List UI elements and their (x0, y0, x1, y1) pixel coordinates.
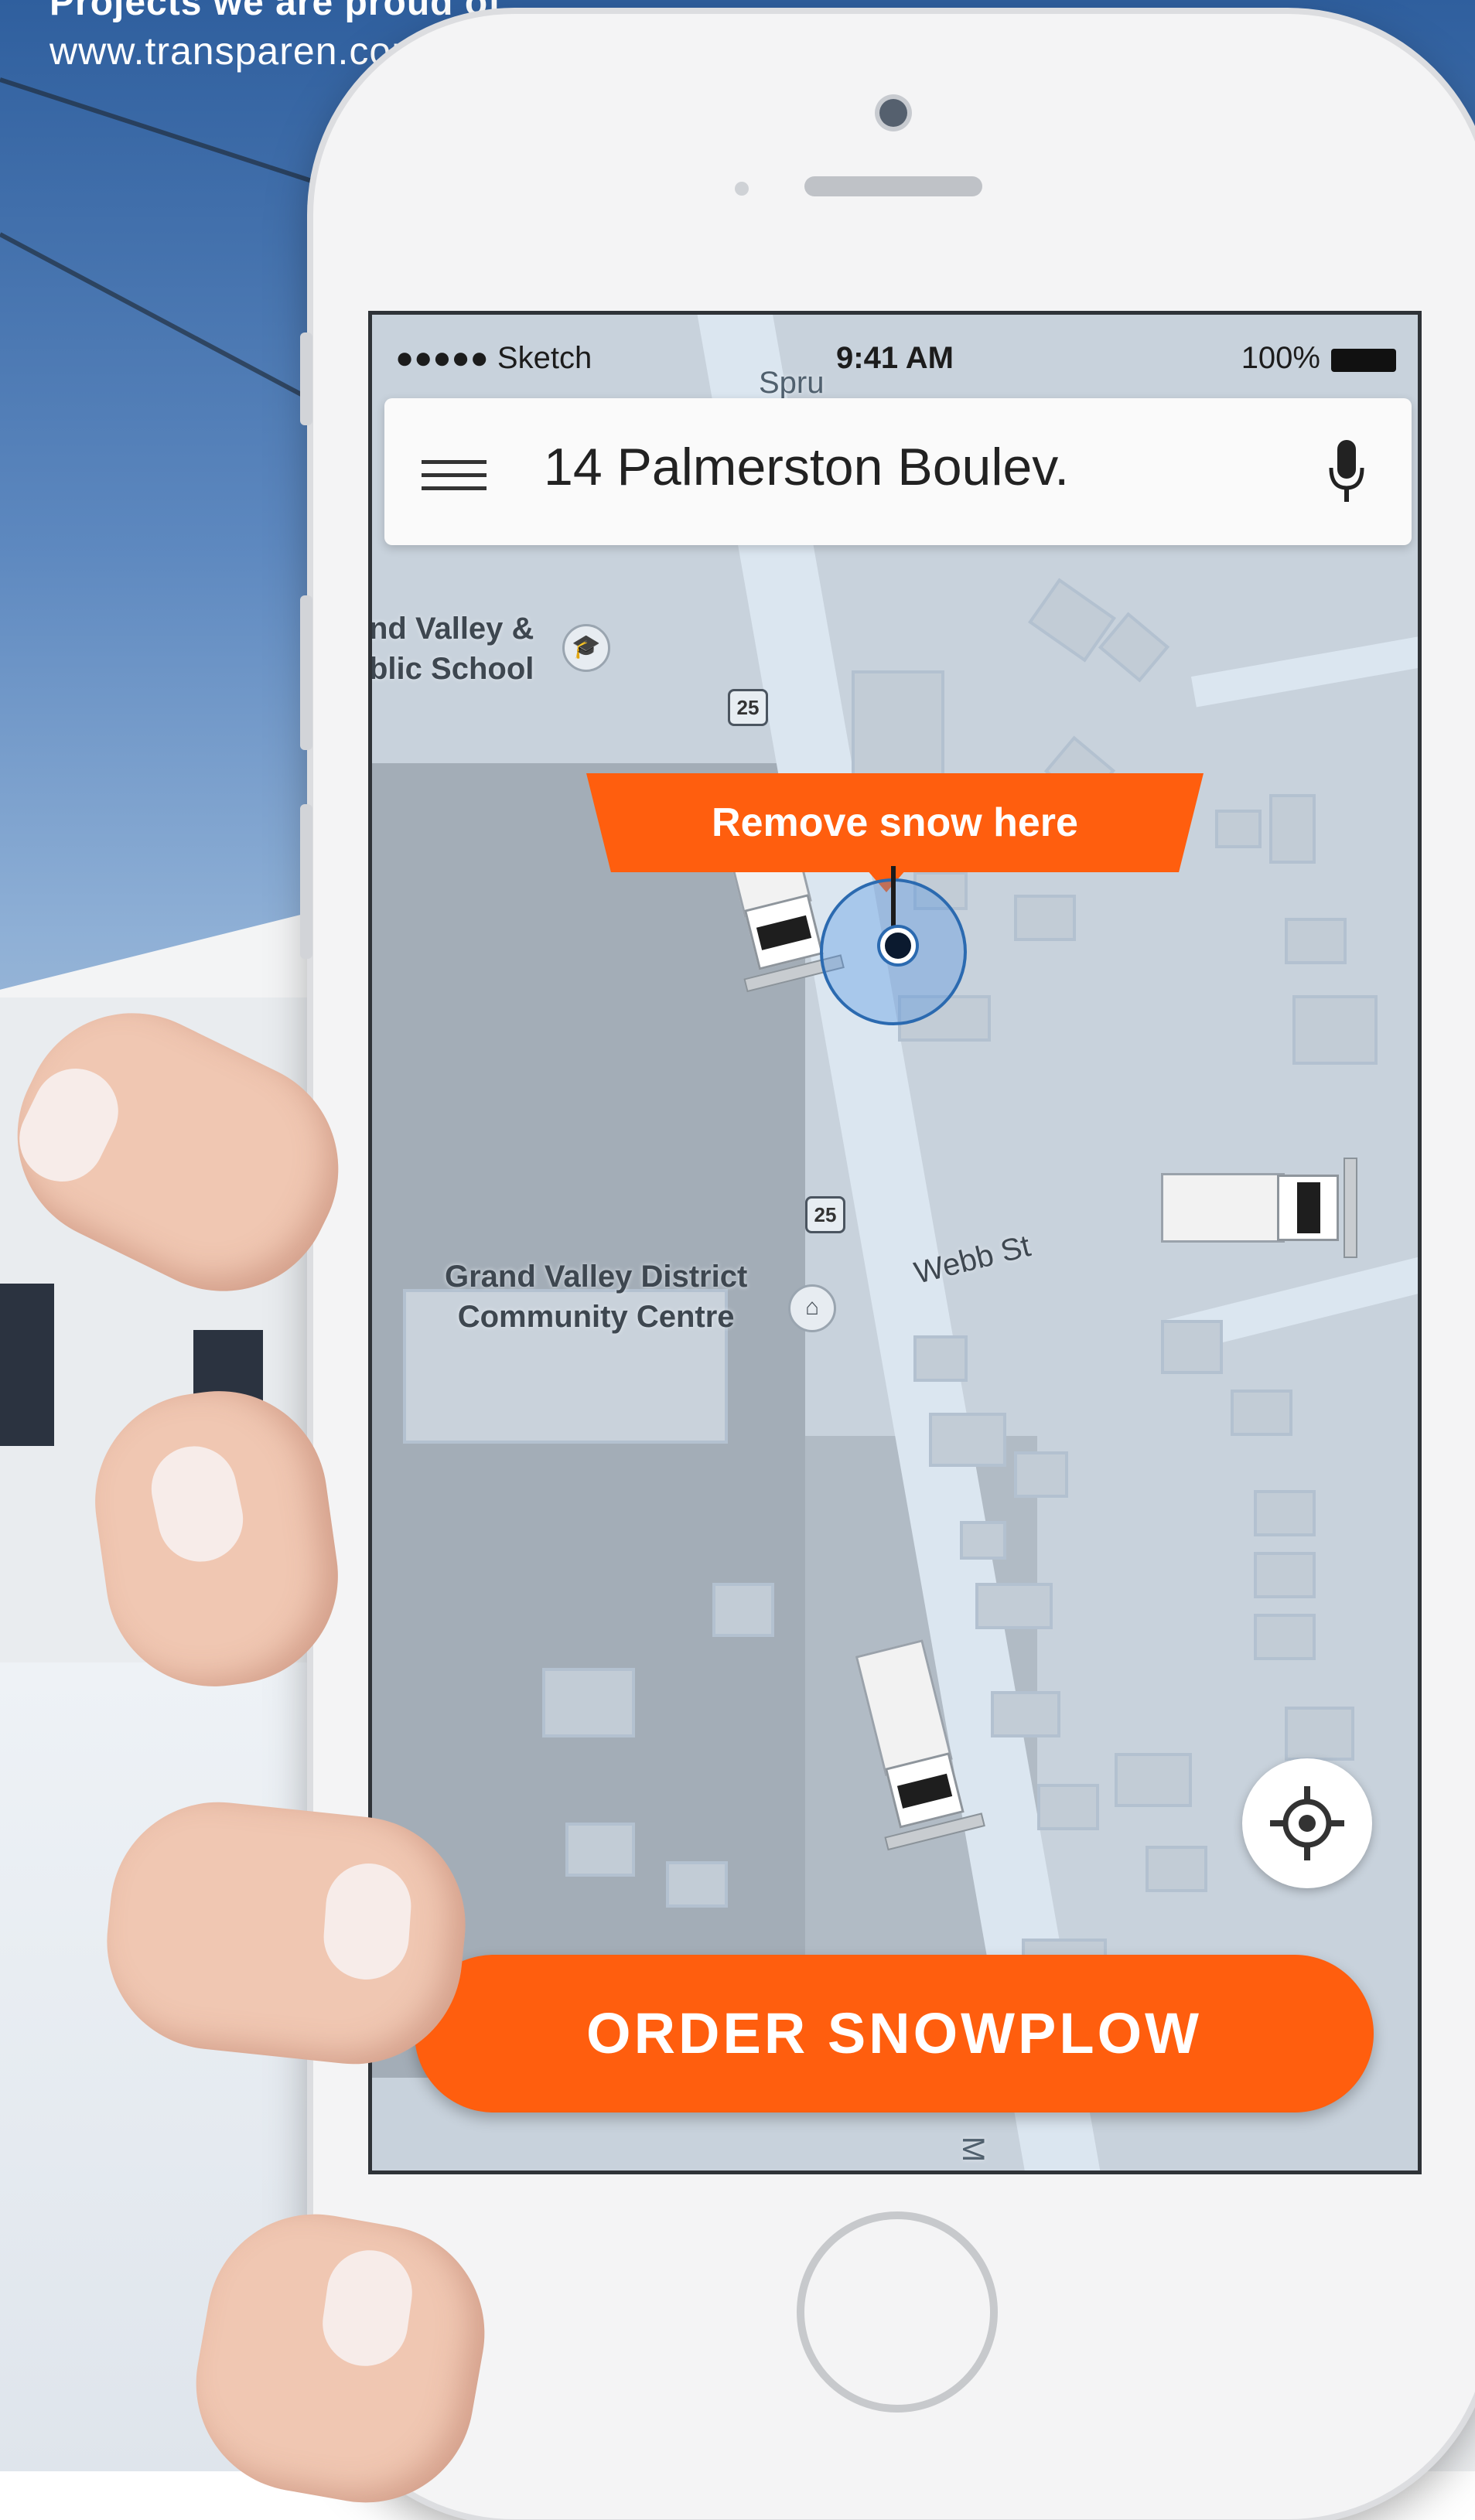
map-building (1231, 1390, 1292, 1436)
phone-side-button (300, 595, 312, 750)
truck-plow (1344, 1158, 1357, 1258)
map-label-school-line: nd Valley & (369, 612, 534, 646)
search-bar[interactable]: 14 Palmerston Boulev. (384, 398, 1412, 545)
battery-percent: 100% (1241, 341, 1320, 375)
map-building (1254, 1614, 1316, 1660)
earpiece-speaker (804, 176, 982, 196)
school-icon: 🎓 (562, 624, 610, 672)
map-building (666, 1861, 728, 1908)
map-label-centre: Grand Valley District Community Centre (445, 1257, 747, 1337)
truck-body (1161, 1173, 1285, 1243)
proximity-sensor (735, 182, 749, 196)
map-building (1014, 1451, 1068, 1498)
map-building (929, 1413, 1006, 1467)
map-building (1037, 1784, 1099, 1830)
phone-side-button (300, 332, 312, 425)
my-location-button[interactable] (1242, 1758, 1372, 1888)
house-window (0, 1284, 54, 1446)
map-building (1269, 794, 1316, 864)
menu-icon[interactable] (422, 460, 487, 500)
truck-windshield (1297, 1182, 1320, 1233)
route-marker: 25 (728, 689, 768, 726)
map-building (712, 1583, 774, 1637)
map-building (960, 1521, 1006, 1560)
microphone-icon[interactable] (1325, 437, 1368, 506)
map-building (1254, 1490, 1316, 1536)
map-view[interactable]: nd Valley & blic School Grand Valley Dis… (372, 315, 1418, 2170)
map-building (1285, 1707, 1354, 1761)
road-side (1190, 633, 1418, 708)
map-building (1292, 995, 1378, 1065)
brand-title: Projects we are proud of (50, 0, 502, 23)
status-bar: ●●●●● Sketch 9:41 AM 100% (372, 315, 1418, 407)
battery-icon (1331, 349, 1396, 372)
map-building (1014, 895, 1076, 941)
map-building (1215, 810, 1262, 848)
map-building (1254, 1552, 1316, 1598)
home-button[interactable] (797, 2211, 998, 2413)
map-building (1285, 918, 1347, 964)
map-label-school: nd Valley & blic School (369, 609, 534, 689)
map-label-street-bottom: M (956, 2136, 991, 2163)
pin-callout[interactable]: Remove snow here (586, 773, 1204, 872)
map-building (913, 1335, 968, 1382)
order-snowplow-button[interactable]: ORDER SNOWPLOW (415, 1955, 1374, 2113)
map-building (991, 1691, 1060, 1737)
route-marker: 25 (805, 1196, 845, 1233)
community-centre-icon: ⌂ (788, 1284, 836, 1332)
map-building (1115, 1753, 1192, 1807)
search-input[interactable]: 14 Palmerston Boulev. (544, 437, 1069, 497)
location-pin-stem (891, 866, 896, 934)
snowplow-truck-icon (1161, 1158, 1370, 1258)
front-camera (879, 99, 907, 127)
map-label-centre-line: Grand Valley District (445, 1260, 748, 1294)
map-building (852, 670, 944, 786)
location-pin-icon[interactable] (880, 928, 916, 963)
map-building (1161, 1320, 1223, 1374)
map-building (975, 1583, 1053, 1629)
phone-side-button (300, 804, 312, 959)
map-building (1146, 1846, 1207, 1892)
map-building (565, 1823, 635, 1877)
map-label-centre-line: Community Centre (457, 1300, 735, 1334)
map-label-school-line: blic School (369, 652, 534, 686)
crosshair-icon (1270, 1786, 1344, 1860)
map-building (542, 1668, 635, 1737)
app-screen: nd Valley & blic School Grand Valley Dis… (368, 311, 1422, 2174)
